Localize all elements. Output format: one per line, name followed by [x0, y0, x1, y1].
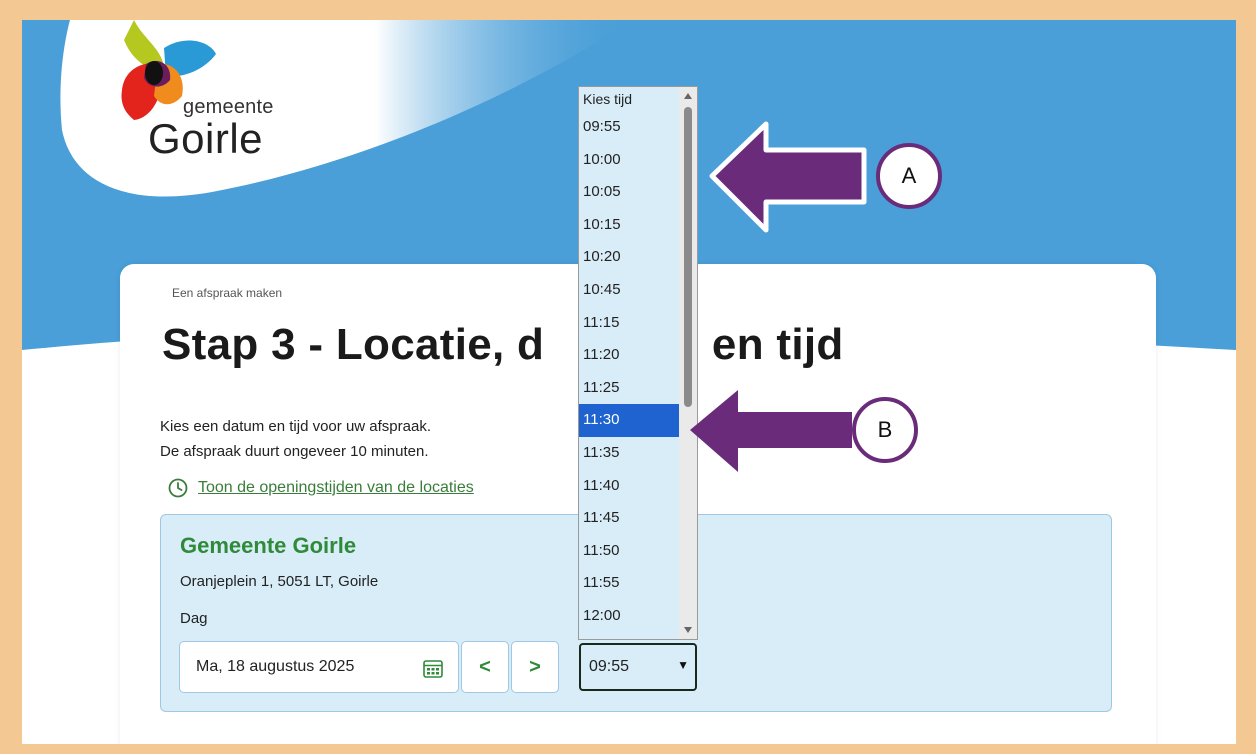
- time-option[interactable]: 10:20: [579, 241, 681, 274]
- time-option[interactable]: 11:50: [579, 535, 681, 568]
- time-option[interactable]: 09:55: [579, 111, 681, 144]
- time-option[interactable]: 11:35: [579, 437, 681, 470]
- annotation-a-badge: A: [876, 143, 942, 209]
- time-option[interactable]: 11:45: [579, 502, 681, 535]
- time-option[interactable]: 11:20: [579, 339, 681, 372]
- day-label: Dag: [180, 610, 208, 627]
- time-option[interactable]: 11:40: [579, 470, 681, 503]
- intro-line-1: Kies een datum en tijd voor uw afspraak.: [160, 418, 431, 435]
- time-option[interactable]: 11:30: [579, 404, 681, 437]
- time-option[interactable]: 10:00: [579, 144, 681, 177]
- time-options: Kies tijd 09:55 10:00 10:05 10:15 10:20 10:45…: [579, 87, 681, 633]
- annotation-b-badge: B: [852, 397, 918, 463]
- date-value: Ma, 18 augustus 2025: [196, 658, 355, 675]
- time-dropdown-list[interactable]: Kies tijd 09:55 10:00 10:05 10:15 10:20 10:45…: [578, 86, 698, 640]
- time-select-value: 09:55: [589, 658, 630, 675]
- clock-icon: [168, 478, 188, 498]
- annotation-b-label: B: [877, 417, 893, 442]
- chevron-down-icon: ▼: [677, 658, 689, 672]
- time-option[interactable]: 10:05: [579, 176, 681, 209]
- opening-hours-link[interactable]: Toon de openingstijden van de locaties: [168, 478, 474, 498]
- page-title: Stap 3 - Locatie, dn en tijd: [162, 320, 844, 370]
- chevron-left-icon: <: [479, 655, 491, 678]
- time-option[interactable]: 10:15: [579, 209, 681, 242]
- time-option-placeholder[interactable]: Kies tijd: [579, 87, 681, 111]
- breadcrumb[interactable]: Een afspraak maken: [172, 286, 282, 300]
- previous-day-button[interactable]: <: [461, 641, 509, 693]
- time-option[interactable]: 11:15: [579, 307, 681, 340]
- logo-text-big: Goirle: [148, 115, 264, 162]
- date-input[interactable]: Ma, 18 augustus 2025: [179, 641, 459, 693]
- location-name: Gemeente Goirle: [180, 533, 357, 558]
- time-select[interactable]: 09:55 ▼: [579, 643, 697, 691]
- intro-text: Kies een datum en tijd voor uw afspraak.…: [160, 414, 431, 464]
- next-day-button[interactable]: >: [511, 641, 559, 693]
- time-option[interactable]: 10:45: [579, 274, 681, 307]
- scrollbar-thumb[interactable]: [684, 107, 692, 407]
- time-option[interactable]: 11:25: [579, 372, 681, 405]
- scroll-up-icon[interactable]: [684, 93, 692, 99]
- dropdown-scrollbar[interactable]: [679, 87, 697, 639]
- scroll-down-icon[interactable]: [684, 627, 692, 633]
- intro-line-2: De afspraak duurt ongeveer 10 minuten.: [160, 443, 429, 460]
- time-option[interactable]: 11:55: [579, 567, 681, 600]
- calendar-icon[interactable]: [422, 657, 444, 679]
- annotation-a-label: A: [901, 163, 917, 188]
- chevron-right-icon: >: [529, 655, 541, 678]
- page-title-start: Stap 3 - Locatie, d: [162, 320, 545, 369]
- location-address: Oranjeplein 1, 5051 LT, Goirle: [180, 573, 379, 590]
- opening-hours-link-text[interactable]: Toon de openingstijden van de locaties: [198, 479, 474, 497]
- time-option[interactable]: 12:00: [579, 600, 681, 633]
